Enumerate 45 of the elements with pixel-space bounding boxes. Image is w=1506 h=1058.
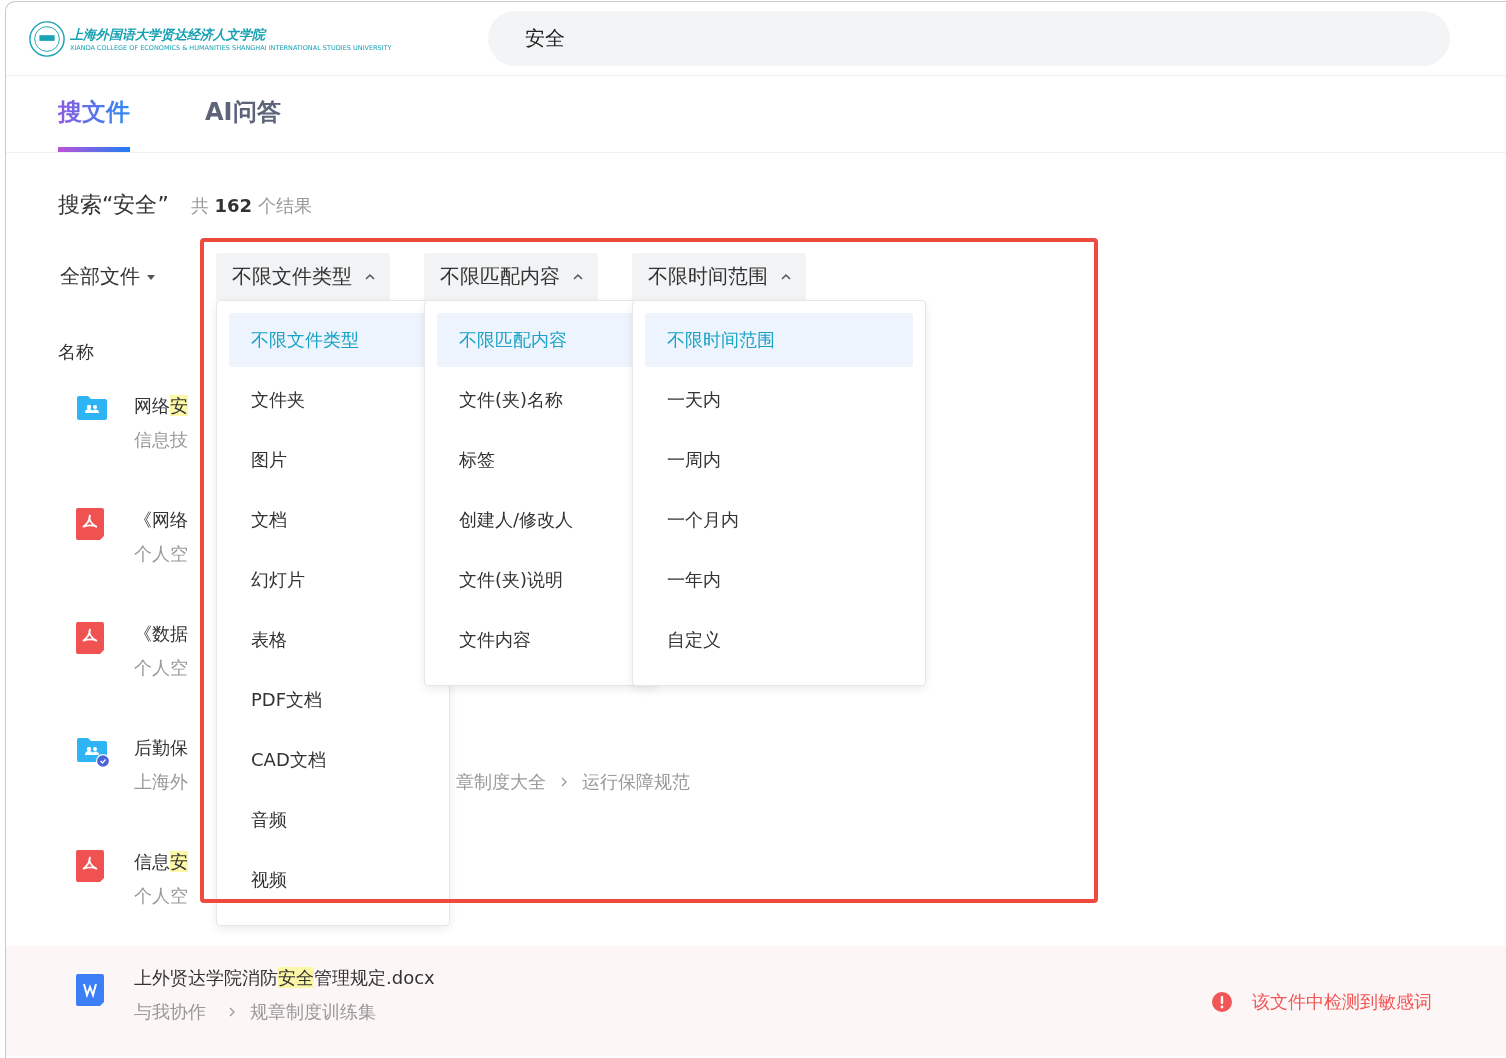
folder-path: 章制度大全 — [456, 770, 546, 794]
folder-path: 个人空 — [134, 542, 189, 566]
sensitive-word-warning: 该文件中检测到敏感词 — [1252, 990, 1432, 1014]
dropdown-option[interactable]: 一年内 — [645, 553, 913, 607]
scope-dropdown[interactable]: 全部文件 — [58, 263, 216, 290]
search-heading: 搜索“安全” — [58, 191, 169, 219]
filter-dropdown[interactable]: 不限时间范围 — [632, 253, 806, 300]
folder-path: 上海外 — [134, 770, 189, 794]
filter-dropdown[interactable]: 不限匹配内容 — [424, 253, 598, 300]
column-header: 名称 — [58, 340, 94, 364]
file-name[interactable]: 后勤保 — [134, 726, 188, 762]
folder-path: 信息技 — [134, 428, 189, 452]
result-count: 共 162 个结果 — [190, 194, 312, 218]
protected-shared-folder-icon — [76, 736, 110, 768]
dropdown-option[interactable]: 音频 — [229, 793, 437, 847]
pdf-file-icon — [76, 850, 104, 882]
flagged-file-row[interactable]: 上外贤达学院消防安全管理规定.docx 与我协作 规章制度训练集 该文件中检测到敏感词 — [6, 946, 1506, 1056]
dropdown-option[interactable]: CAD文档 — [229, 733, 437, 787]
warning-icon — [1212, 992, 1232, 1012]
tab[interactable]: AI问答 — [205, 76, 281, 152]
dropdown-option[interactable]: 一个月内 — [645, 493, 913, 547]
dropdown-option[interactable]: 一天内 — [645, 373, 913, 427]
folder-path: 个人空 — [134, 884, 189, 908]
search-field[interactable]: 安全 — [488, 11, 1450, 66]
dropdown-option[interactable]: PDF文档 — [229, 673, 437, 727]
folder-path: 运行保障规范 — [582, 770, 690, 794]
file-name[interactable]: 上外贤达学院消防安全管理规定.docx — [134, 964, 435, 992]
word-document-icon — [76, 974, 104, 1006]
pdf-file-icon — [76, 508, 104, 540]
folder-path: 规章制度训练集 — [250, 1000, 376, 1024]
dropdown-option[interactable]: 一周内 — [645, 433, 913, 487]
file-name[interactable]: 信息安 — [134, 840, 188, 876]
file-name[interactable]: 《网络 — [134, 498, 188, 534]
pdf-file-icon — [76, 622, 104, 654]
chevron-right-icon — [560, 776, 568, 788]
folder-path: 个人空 — [134, 656, 189, 680]
dropdown-option[interactable]: 自定义 — [645, 613, 913, 667]
chevron-right-icon — [228, 1006, 236, 1018]
dropdown-option[interactable]: 视频 — [229, 853, 437, 907]
college-emblem-icon — [28, 19, 66, 58]
file-name[interactable]: 《数据 — [134, 612, 188, 648]
file-name[interactable]: 网络安 — [134, 384, 188, 420]
college-name: 上海外国语大学贤达经济人文学院 — [70, 25, 268, 44]
folder-path: 与我协作 — [134, 1000, 207, 1024]
filter-dropdown[interactable]: 不限文件类型 — [216, 253, 390, 300]
